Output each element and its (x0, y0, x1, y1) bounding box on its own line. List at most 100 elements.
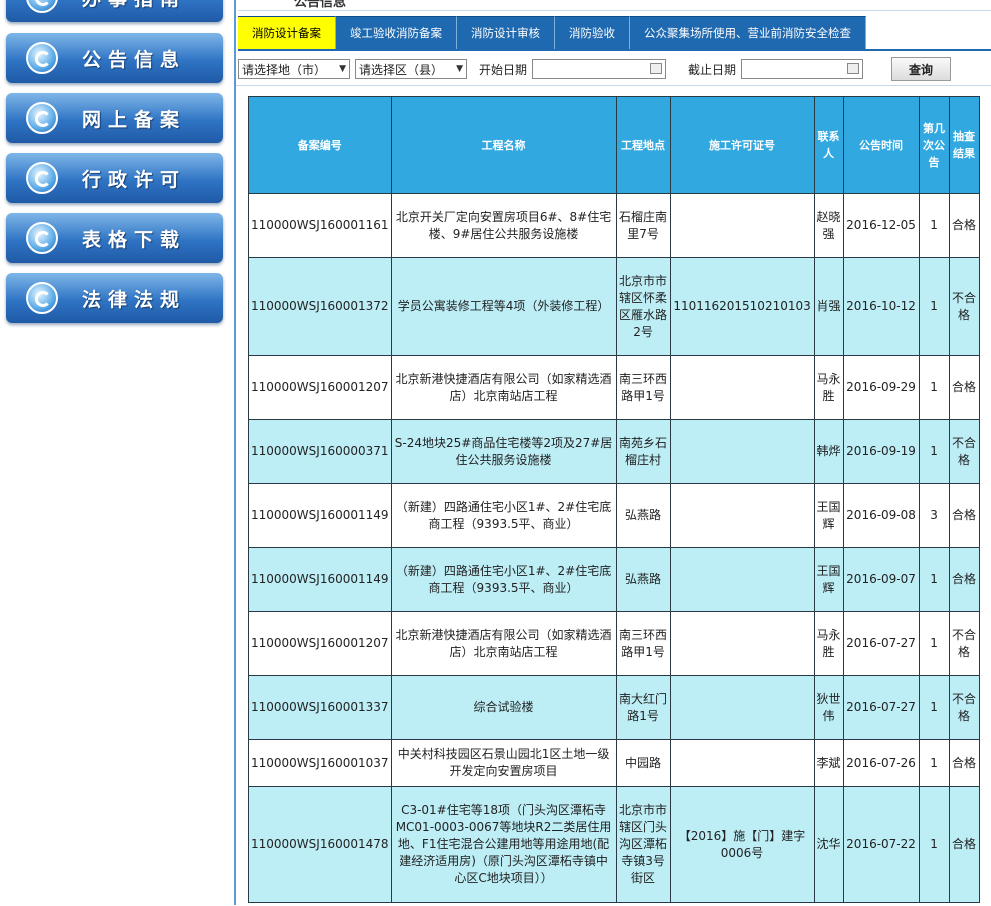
table-row[interactable]: 110000WSJ160001037 中关村科技园区石景山园北1区土地一级开发定… (248, 739, 980, 787)
cell-location: 南三环西路甲1号 (615, 355, 671, 420)
sidebar-item-guide[interactable]: 办事指南 (6, 0, 223, 22)
circle-arrow-icon (26, 162, 58, 194)
tab-fire-design-review[interactable]: 消防设计审核 (457, 16, 555, 49)
end-date-label: 截止日期 (688, 62, 737, 77)
cell-permit (669, 419, 815, 484)
calendar-icon[interactable] (650, 63, 663, 74)
header-permit-number: 施工许可证号 (669, 96, 815, 194)
cell-result: 合格 (948, 739, 980, 787)
cell-contact: 马永胜 (813, 355, 844, 420)
cell-filing-number: 110000WSJ160001149 (248, 547, 392, 612)
tab-completion-filing[interactable]: 竣工验收消防备案 (336, 16, 457, 49)
chevron-down-icon: ▼ (456, 64, 463, 74)
table-row[interactable]: 110000WSJ160001372 学员公寓装修工程等4项（外装修工程） 北京… (248, 257, 980, 356)
circle-arrow-icon (26, 42, 58, 74)
table-row[interactable]: 110000WSJ160001207 北京新港快捷酒店有限公司（如家精选酒店）北… (248, 611, 980, 676)
cell-filing-number: 110000WSJ160000371 (248, 419, 392, 484)
city-select-value: 请选择地（市） (242, 62, 327, 77)
table-row[interactable]: 110000WSJ160001337 综合试验楼 南大红门路1号 狄世伟 201… (248, 675, 980, 740)
end-date-field[interactable] (741, 59, 864, 79)
cell-project-name: S-24地块25#商品住宅楼等2项及27#居住公共服务设施楼 (390, 419, 617, 484)
cell-round: 3 (918, 483, 950, 548)
cell-date: 2016-12-05 (842, 193, 920, 258)
cell-filing-number: 110000WSJ160001149 (248, 483, 392, 548)
sidebar-item-label: 行政许可 (82, 168, 187, 191)
calendar-icon[interactable] (847, 63, 860, 74)
start-date-label: 开始日期 (479, 62, 528, 77)
cell-contact: 王国辉 (813, 483, 844, 548)
sidebar-item-label: 法律法规 (82, 288, 187, 311)
cell-project-name: C3-01#住宅等18项（门头沟区潭柘寺MC01-0003-0067等地块R2二… (390, 786, 617, 903)
cell-project-name: （新建）四路通住宅小区1#、2#住宅底商工程（9393.5平、商业） (390, 547, 617, 612)
table-row[interactable]: 110000WSJ160000371 S-24地块25#商品住宅楼等2项及27#… (248, 419, 980, 484)
sidebar-item-label: 网上备案 (82, 108, 187, 131)
table-row[interactable]: 110000WSJ160001161 北京开关厂定向安置房项目6#、8#住宅楼、… (248, 193, 980, 258)
cell-date: 2016-09-29 (842, 355, 920, 420)
cell-result: 不合格 (948, 257, 980, 356)
tab-public-venue-check[interactable]: 公众聚集场所使用、营业前消防安全检查 (630, 16, 866, 49)
sidebar-item-label: 办事指南 (82, 0, 186, 11)
cell-permit (669, 675, 815, 740)
cell-filing-number: 110000WSJ160001337 (248, 675, 392, 740)
table-row[interactable]: 110000WSJ160001149 （新建）四路通住宅小区1#、2#住宅底商工… (248, 547, 980, 612)
cell-project-name: 北京新港快捷酒店有限公司（如家精选酒店）北京南站店工程 (390, 355, 617, 420)
filter-bar: 请选择地（市） ▼ 请选择区（县） ▼ 开始日期 截止日期 查询 (238, 57, 991, 81)
cell-round: 1 (918, 786, 950, 903)
cell-result: 合格 (948, 483, 980, 548)
results-table: 备案编号 工程名称 工程地点 施工许可证号 联系人 公告时间 第几次公告 抽查结… (248, 96, 980, 903)
query-button[interactable]: 查询 (891, 57, 952, 81)
cell-location: 南苑乡石榴庄村 (615, 419, 671, 484)
cell-round: 1 (918, 547, 950, 612)
cell-permit (669, 483, 815, 548)
cell-filing-number: 110000WSJ160001207 (248, 611, 392, 676)
header-filing-number: 备案编号 (248, 96, 392, 194)
sidebar-item-announcements[interactable]: 公告信息 (6, 33, 223, 83)
table-row[interactable]: 110000WSJ160001207 北京新港快捷酒店有限公司（如家精选酒店）北… (248, 355, 980, 420)
cell-permit (669, 739, 815, 787)
cell-contact: 赵晓强 (813, 193, 844, 258)
chevron-down-icon: ▼ (339, 64, 346, 74)
cell-project-name: （新建）四路通住宅小区1#、2#住宅底商工程（9393.5平、商业） (390, 483, 617, 548)
circle-arrow-icon (26, 282, 58, 314)
header-announce-date: 公告时间 (842, 96, 920, 194)
cell-project-name: 学员公寓装修工程等4项（外装修工程） (390, 257, 617, 356)
cell-date: 2016-10-12 (842, 257, 920, 356)
cell-round: 1 (918, 675, 950, 740)
results-panel: 备案编号 工程名称 工程地点 施工许可证号 联系人 公告时间 第几次公告 抽查结… (236, 85, 991, 906)
circle-arrow-icon (26, 102, 58, 134)
tab-fire-design-filing[interactable]: 消防设计备案 (238, 16, 336, 49)
table-row[interactable]: 110000WSJ160001478 C3-01#住宅等18项（门头沟区潭柘寺M… (248, 786, 980, 903)
start-date-field[interactable] (532, 59, 667, 79)
table-row[interactable]: 110000WSJ160001149 （新建）四路通住宅小区1#、2#住宅底商工… (248, 483, 980, 548)
cell-contact: 马永胜 (813, 611, 844, 676)
header-announce-round: 第几次公告 (918, 96, 950, 194)
cell-date: 2016-09-19 (842, 419, 920, 484)
cell-location: 弘燕路 (615, 547, 671, 612)
cell-location: 弘燕路 (615, 483, 671, 548)
cell-contact: 沈华 (813, 786, 844, 903)
cell-location: 北京市市辖区门头沟区潭柘寺镇3号街区 (615, 786, 671, 903)
city-select[interactable]: 请选择地（市） ▼ (238, 59, 350, 79)
header-project-name: 工程名称 (390, 96, 617, 194)
cell-filing-number: 110000WSJ160001372 (248, 257, 392, 356)
cell-permit: 【2016】施【门】建字0006号 (669, 786, 815, 903)
cell-result: 不合格 (948, 675, 980, 740)
breadcrumb: 公告信息 (238, 0, 991, 11)
sidebar-item-forms-download[interactable]: 表格下载 (6, 213, 223, 263)
cell-contact: 李斌 (813, 739, 844, 787)
sidebar-item-laws[interactable]: 法律法规 (6, 273, 223, 323)
header-project-location: 工程地点 (615, 96, 671, 194)
cell-round: 1 (918, 193, 950, 258)
cell-permit: 110116201510210103 (669, 257, 815, 356)
tab-fire-acceptance[interactable]: 消防验收 (555, 16, 630, 49)
header-contact: 联系人 (813, 96, 844, 194)
tab-bar: 消防设计备案 竣工验收消防备案 消防设计审核 消防验收 公众聚集场所使用、营业前… (238, 16, 866, 50)
cell-round: 1 (918, 257, 950, 356)
sidebar-item-admin-permit[interactable]: 行政许可 (6, 153, 223, 203)
cell-date: 2016-07-27 (842, 611, 920, 676)
district-select[interactable]: 请选择区（县） ▼ (355, 59, 467, 79)
sidebar-item-label: 表格下载 (82, 228, 187, 251)
cell-date: 2016-07-26 (842, 739, 920, 787)
sidebar-item-online-filing[interactable]: 网上备案 (6, 93, 223, 143)
cell-filing-number: 110000WSJ160001037 (248, 739, 392, 787)
